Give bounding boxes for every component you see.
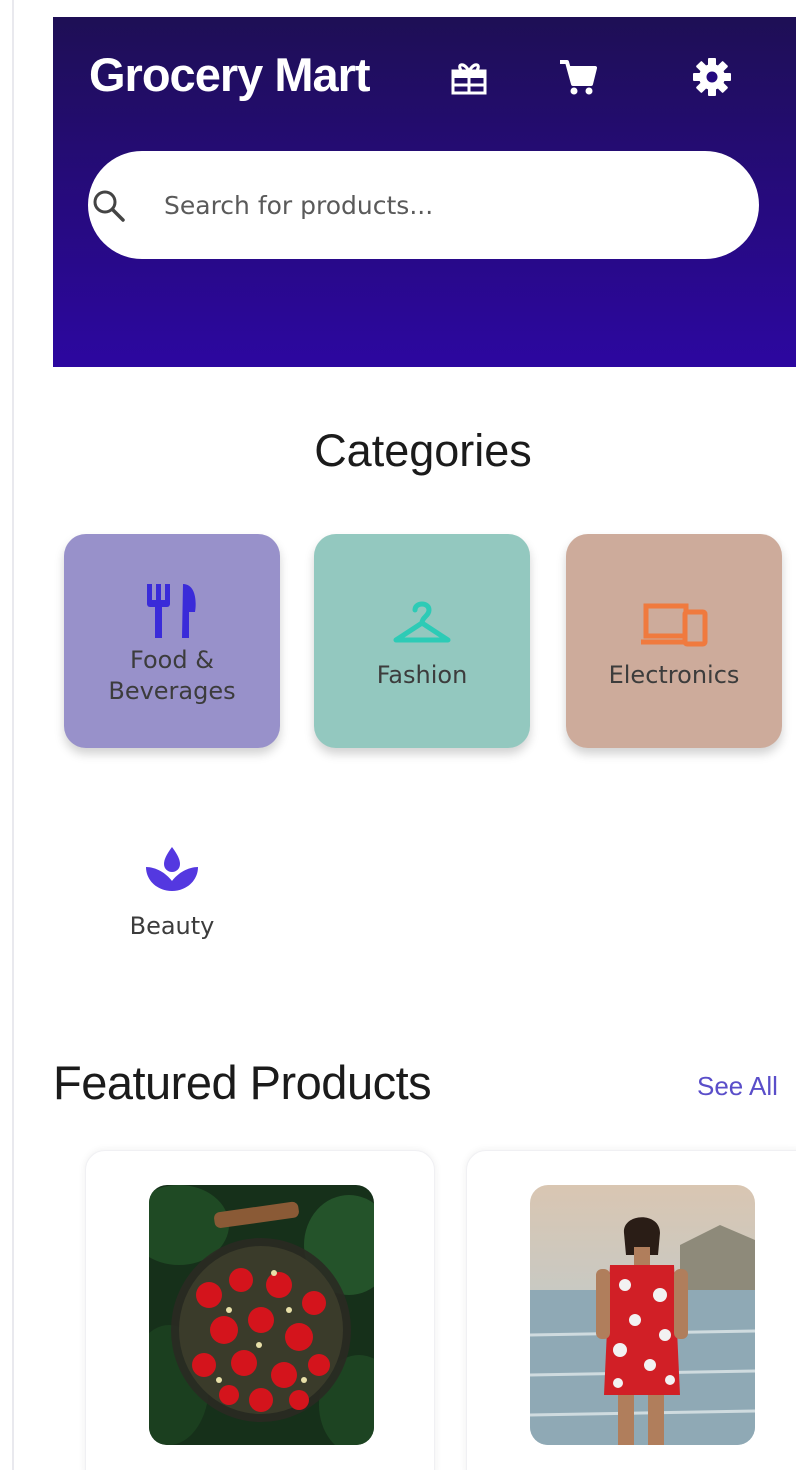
app-header: Grocery Mart [53,17,796,367]
category-label: Fashion [376,661,468,689]
product-card[interactable] [85,1150,435,1470]
see-all-link[interactable]: See All [697,1071,778,1102]
app-title: Grocery Mart [89,48,371,101]
category-label: Food & Beverages [108,646,236,705]
cart-icon[interactable] [558,57,598,97]
gift-icon[interactable] [449,57,489,97]
woman-red-dress-beach-image [530,1185,755,1445]
category-food-beverages[interactable]: Food & Beverages [64,534,280,748]
category-beauty[interactable]: Beauty [110,845,234,955]
fork-knife-icon [64,582,280,640]
strawberries-basket-image [149,1185,374,1445]
category-fashion[interactable]: Fashion [314,534,530,748]
gear-icon[interactable] [692,57,732,97]
product-card[interactable] [466,1150,796,1470]
app-screen: Grocery Mart Search for products... Cate… [0,0,796,1470]
search-bar[interactable] [88,151,759,259]
left-gutter [0,0,14,1470]
hanger-icon [314,598,530,650]
category-label: Beauty [129,912,215,940]
devices-icon [566,602,782,648]
spa-icon [110,845,234,893]
search-input[interactable] [164,183,724,227]
featured-products-title: Featured Products [53,1056,432,1109]
category-label: Electronics [608,661,740,689]
search-icon [92,189,126,223]
categories-title: Categories [314,425,532,476]
category-electronics[interactable]: Electronics [566,534,782,748]
